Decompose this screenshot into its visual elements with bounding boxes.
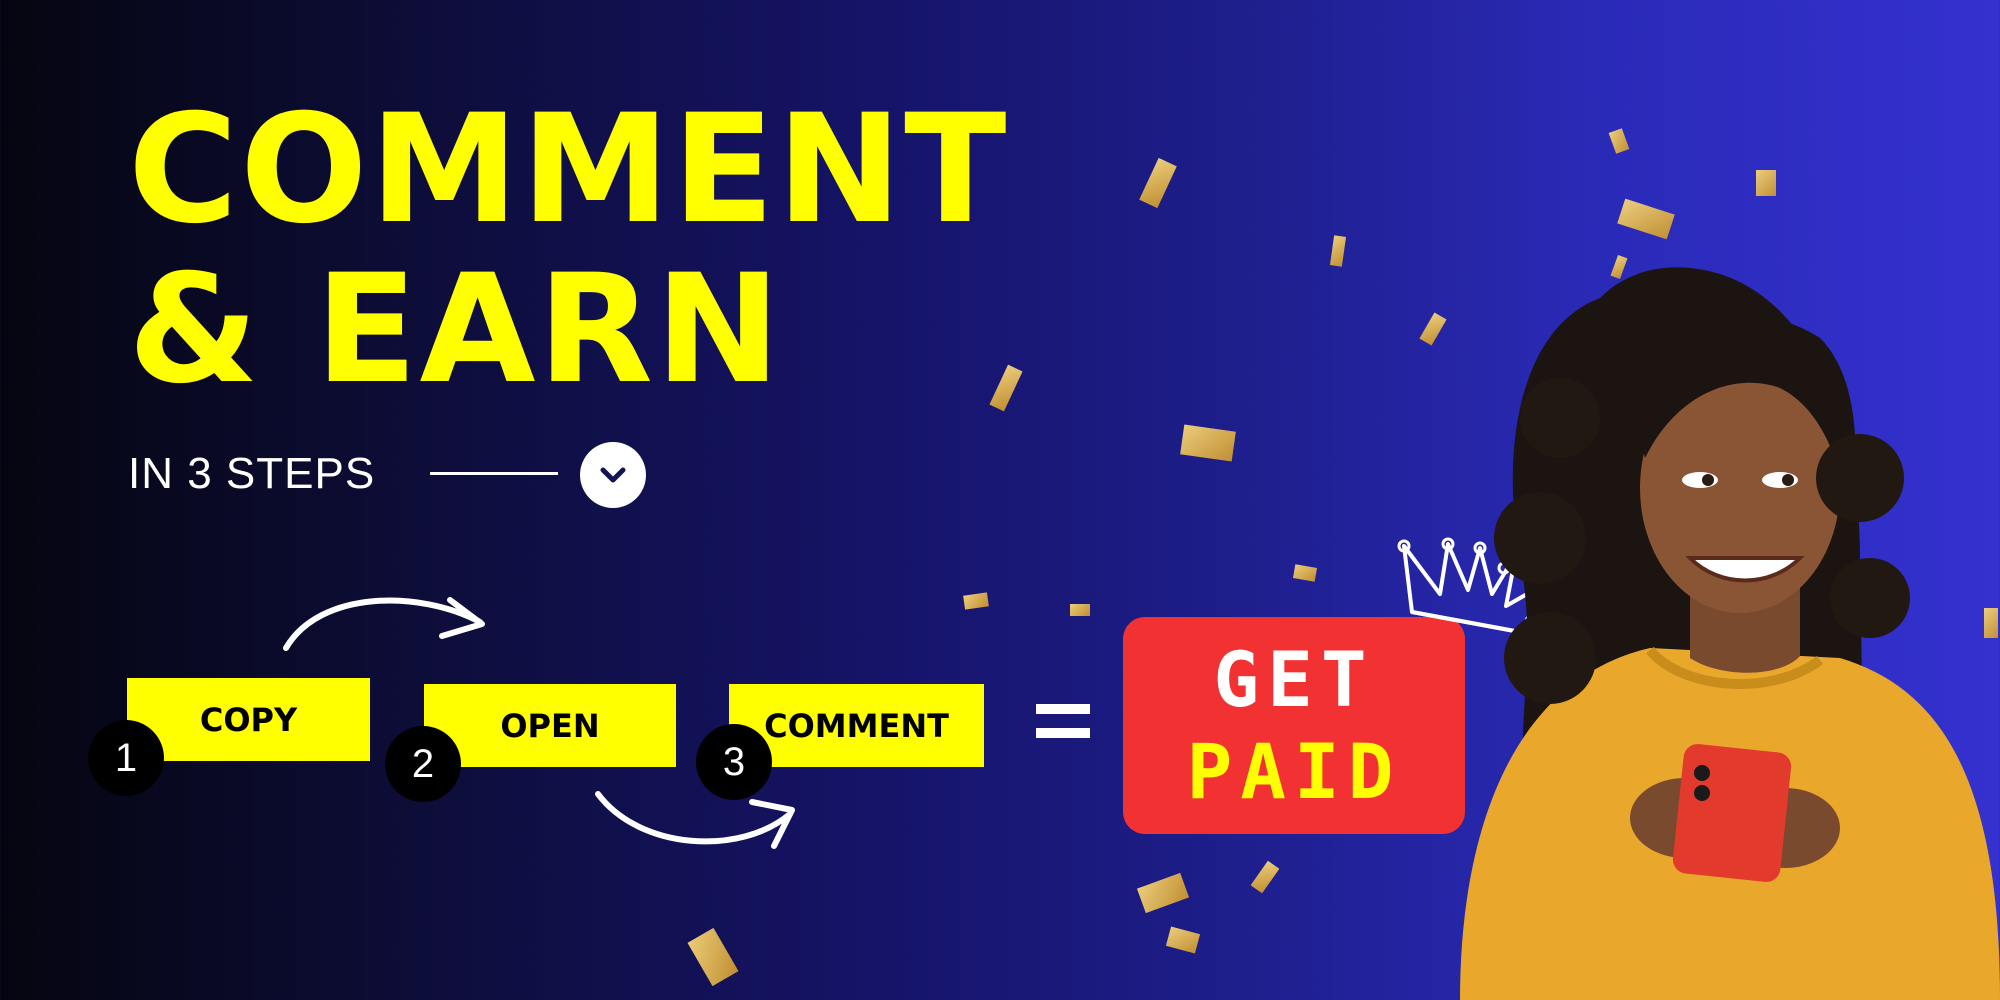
confetti-piece	[1165, 926, 1201, 954]
cta-line2: PAID	[1186, 726, 1402, 816]
woman-with-phone-image	[1440, 258, 2000, 1000]
confetti-piece	[989, 364, 1023, 412]
cta-line1: GET	[1213, 634, 1375, 724]
chevron-down-button[interactable]	[580, 442, 646, 508]
confetti-piece	[1608, 128, 1630, 154]
confetti-piece	[963, 592, 989, 610]
confetti-piece	[687, 927, 739, 987]
step-number-badge: 2	[385, 726, 461, 802]
step-open: OPEN	[424, 684, 676, 767]
confetti-piece	[1617, 198, 1675, 240]
headline-line1: COMMENT	[128, 83, 1009, 257]
equals-sign	[1036, 704, 1090, 752]
step-copy: COPY	[127, 678, 370, 761]
arrow-icon	[590, 780, 810, 864]
divider-line	[430, 472, 558, 475]
step-label: COPY	[199, 700, 298, 739]
confetti-piece	[1136, 872, 1190, 914]
chevron-down-icon	[598, 465, 628, 485]
step-label: COMMENT	[764, 706, 949, 745]
arrow-icon	[280, 580, 500, 664]
confetti-piece	[1329, 235, 1347, 267]
confetti-piece	[1756, 170, 1776, 196]
confetti-piece	[1180, 424, 1236, 462]
step-number-badge: 1	[88, 720, 164, 796]
step-number-badge: 3	[696, 724, 772, 800]
confetti-piece	[1250, 860, 1280, 894]
confetti-piece	[1070, 604, 1090, 616]
confetti-piece	[1292, 564, 1318, 582]
confetti-piece	[1139, 157, 1177, 209]
headline-line2: & EARN	[128, 243, 783, 417]
subtitle: IN 3 STEPS	[128, 449, 376, 498]
step-label: OPEN	[500, 706, 600, 745]
